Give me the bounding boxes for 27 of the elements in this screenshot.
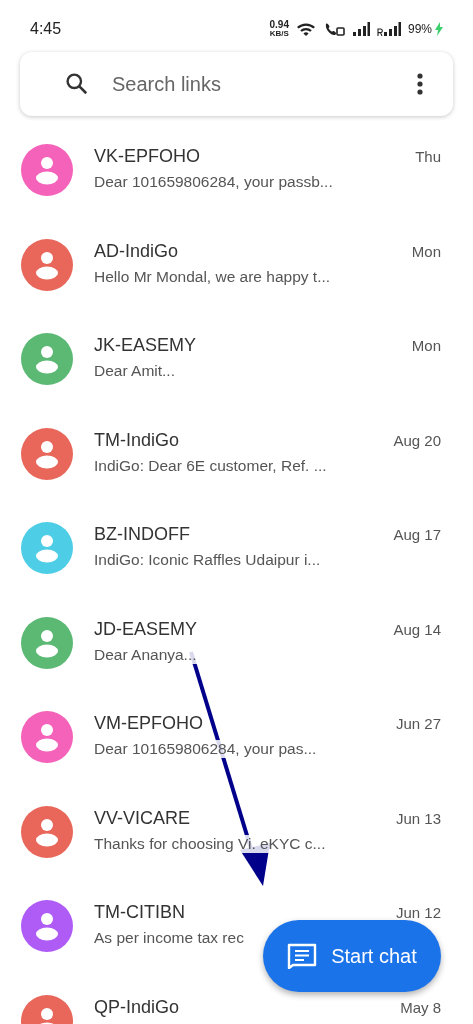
roaming-signal-icon bbox=[376, 22, 401, 36]
message-date: Jun 12 bbox=[395, 903, 441, 921]
message-date: Mon bbox=[411, 336, 441, 354]
network-speed: 0.94 bbox=[269, 20, 289, 30]
message-preview: As per income tax rec bbox=[94, 929, 244, 947]
speed-unit: KB/S bbox=[269, 30, 289, 38]
message-date: Aug 17 bbox=[393, 525, 441, 543]
clock-time: 4:45 bbox=[30, 20, 62, 38]
message-icon bbox=[287, 943, 318, 969]
wifi-icon bbox=[295, 22, 316, 36]
message-date: Aug 14 bbox=[393, 619, 441, 638]
message-preview: Thanks for choosing Vi. eKYC c... bbox=[94, 834, 326, 853]
search-field[interactable]: Search links bbox=[110, 71, 413, 97]
message-date: Mon bbox=[411, 241, 441, 260]
search-icon bbox=[64, 71, 90, 97]
message-date: Aug 20 bbox=[393, 430, 441, 449]
signal-icon bbox=[351, 22, 370, 36]
message-preview: IndiGo: Iconic Raffles Udaipur i... bbox=[94, 551, 321, 569]
message-preview: Dear 101659806284, your passb... bbox=[94, 173, 333, 191]
message-date: May 8 bbox=[400, 997, 441, 1016]
message-date: Thu bbox=[415, 147, 441, 165]
message-preview: Dear 101659806284, your pas... bbox=[94, 740, 317, 758]
start-chat-button[interactable]: Start chat bbox=[263, 920, 441, 992]
battery-level: 99% bbox=[407, 22, 432, 36]
message-date: Jun 13 bbox=[395, 808, 441, 827]
message-date: Jun 27 bbox=[395, 714, 441, 732]
more-options-icon bbox=[417, 73, 423, 95]
